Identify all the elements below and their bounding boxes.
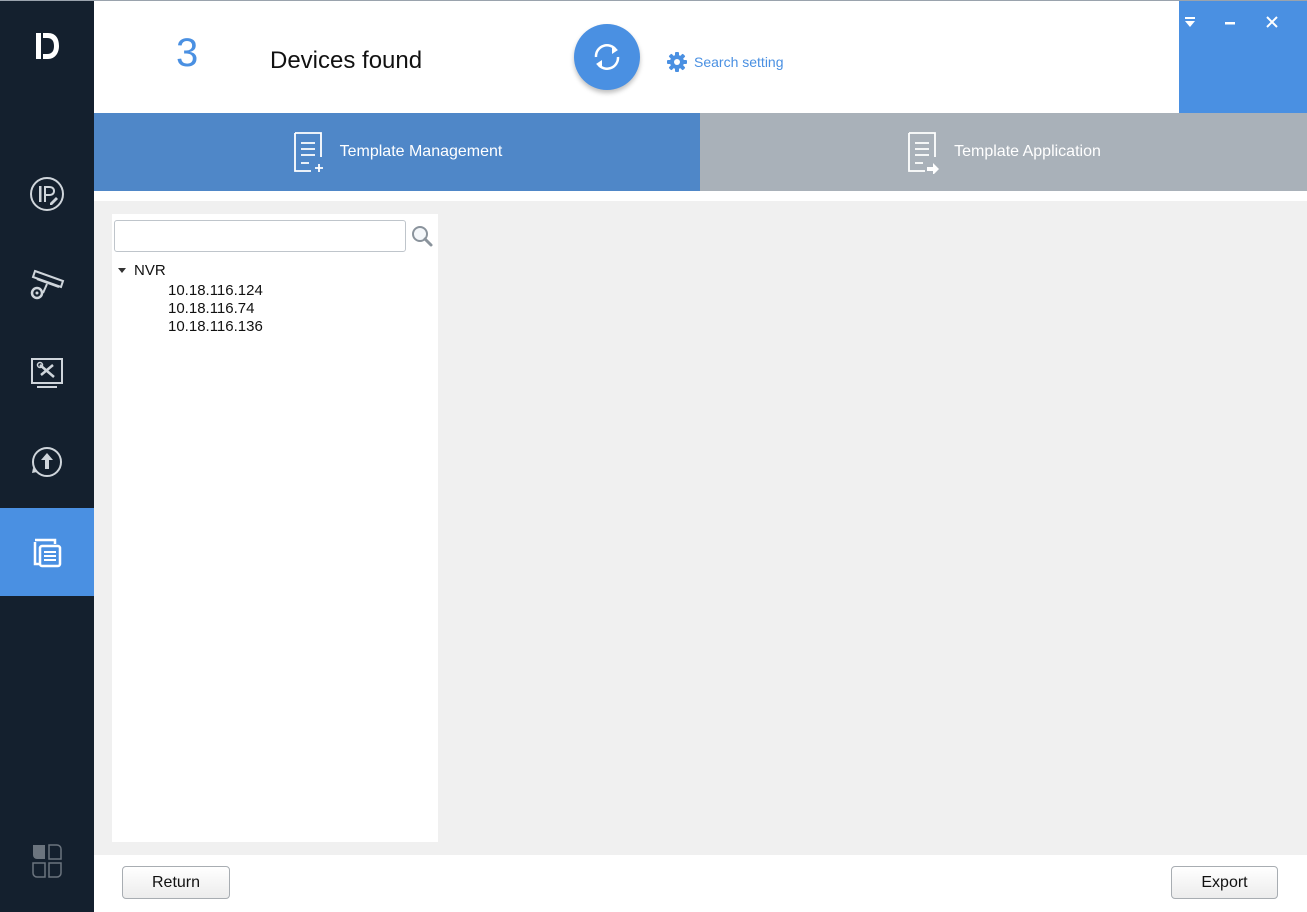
dropdown-menu-button[interactable]: [1179, 11, 1201, 33]
sidebar-item-camera-settings[interactable]: [0, 239, 94, 327]
upgrade-icon: [32, 447, 62, 477]
return-button[interactable]: Return: [122, 866, 230, 899]
search-setting-label: Search setting: [694, 54, 784, 70]
tab-bar: Template Management Template Application: [94, 113, 1307, 191]
devices-found-label: Devices found: [270, 47, 423, 74]
search-icon: [412, 226, 433, 247]
refresh-button[interactable]: [574, 24, 640, 90]
app-logo-icon: [0, 1, 94, 101]
device-search-input[interactable]: [114, 220, 406, 252]
header: 3 Devices found Search setting: [94, 1, 1307, 113]
device-count: 3: [176, 31, 199, 75]
dropdown-menu-icon: [1185, 17, 1195, 27]
sidebar-item-apps[interactable]: [0, 841, 94, 891]
refresh-icon: [594, 44, 620, 70]
main-content: NVR 10.18.116.124 10.18.116.74 10.18.116…: [94, 201, 1307, 855]
footer: Return Export: [94, 855, 1307, 912]
tree-children: 10.18.116.124 10.18.116.74 10.18.116.136: [168, 282, 263, 336]
minimize-button[interactable]: [1219, 11, 1241, 33]
export-button[interactable]: Export: [1171, 866, 1278, 899]
tree-node-device[interactable]: 10.18.116.74: [168, 300, 263, 318]
sidebar-item-upgrade[interactable]: [0, 418, 94, 506]
ip-modify-icon: [30, 177, 64, 211]
minimize-icon: [1225, 22, 1235, 25]
tree-node-nvr[interactable]: NVR: [118, 262, 166, 279]
tab-template-application[interactable]: Template Application: [700, 113, 1307, 191]
close-button[interactable]: [1261, 11, 1283, 33]
device-tree-panel: NVR 10.18.116.124 10.18.116.74 10.18.116…: [112, 214, 438, 842]
apps-grid-icon: [32, 844, 62, 878]
tree-node-label: NVR: [134, 262, 166, 279]
expand-arrow-icon[interactable]: [118, 268, 126, 273]
window-controls: [1179, 1, 1307, 113]
tab-label: Template Management: [339, 143, 503, 160]
tab-template-management[interactable]: Template Management: [94, 113, 700, 191]
sidebar-item-system-tools[interactable]: [0, 329, 94, 417]
sidebar-item-ip-modify[interactable]: [0, 150, 94, 238]
tree-node-device[interactable]: 10.18.116.124: [168, 282, 263, 300]
camera-settings-icon: [30, 269, 65, 300]
sidebar-item-template[interactable]: [0, 508, 94, 596]
template-apply-icon: [908, 132, 940, 174]
close-icon: [1266, 16, 1278, 28]
template-icon: [33, 538, 62, 568]
search-setting-button[interactable]: Search setting: [666, 51, 784, 73]
template-add-icon: [293, 132, 323, 172]
system-tools-icon: [31, 358, 63, 388]
gear-icon: [667, 52, 687, 72]
search-button[interactable]: [410, 224, 434, 248]
tree-node-device[interactable]: 10.18.116.136: [168, 318, 263, 336]
sidebar: [0, 1, 94, 912]
tab-label: Template Application: [954, 143, 1101, 160]
